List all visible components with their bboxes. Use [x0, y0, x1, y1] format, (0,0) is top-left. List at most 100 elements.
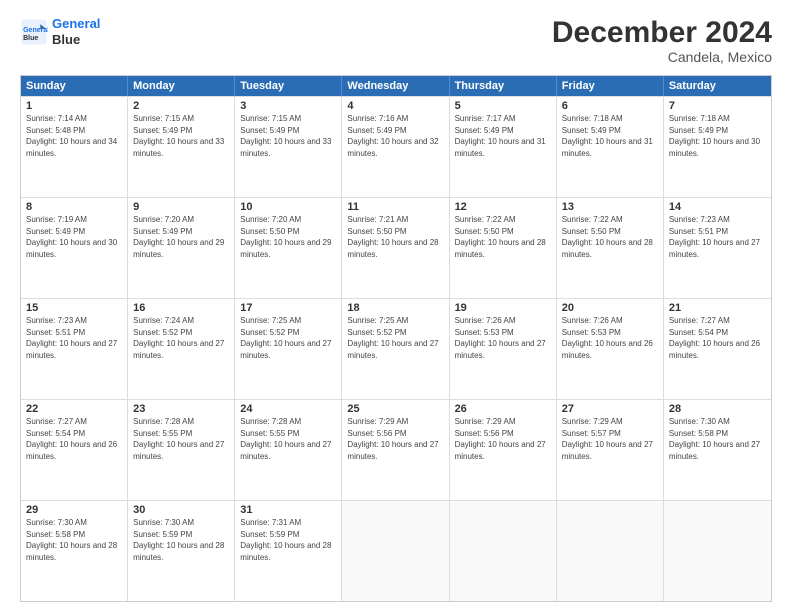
- day-number: 23: [133, 403, 229, 415]
- daylight-info: Daylight: 10 hours and 28 minutes.: [455, 237, 551, 260]
- calendar-cell-w2d6: 14 Sunrise: 7:23 AM Sunset: 5:51 PM Dayl…: [664, 198, 771, 298]
- sunset-info: Sunset: 5:51 PM: [669, 226, 766, 238]
- title-block: December 2024 Candela, Mexico: [552, 16, 772, 65]
- sunrise-info: Sunrise: 7:18 AM: [562, 113, 658, 125]
- logo-text-general: General: [52, 16, 100, 32]
- day-number: 2: [133, 100, 229, 112]
- calendar-body: 1 Sunrise: 7:14 AM Sunset: 5:48 PM Dayli…: [21, 96, 771, 601]
- day-number: 7: [669, 100, 766, 112]
- day-number: 19: [455, 302, 551, 314]
- sunset-info: Sunset: 5:58 PM: [26, 529, 122, 541]
- daylight-info: Daylight: 10 hours and 31 minutes.: [562, 136, 658, 159]
- calendar-cell-w3d3: 18 Sunrise: 7:25 AM Sunset: 5:52 PM Dayl…: [342, 299, 449, 399]
- calendar-week-2: 8 Sunrise: 7:19 AM Sunset: 5:49 PM Dayli…: [21, 197, 771, 298]
- calendar-cell-w5d1: 30 Sunrise: 7:30 AM Sunset: 5:59 PM Dayl…: [128, 501, 235, 601]
- sunset-info: Sunset: 5:54 PM: [26, 428, 122, 440]
- daylight-info: Daylight: 10 hours and 34 minutes.: [26, 136, 122, 159]
- day-number: 30: [133, 504, 229, 516]
- sunrise-info: Sunrise: 7:15 AM: [240, 113, 336, 125]
- header-tuesday: Tuesday: [235, 76, 342, 96]
- sunset-info: Sunset: 5:57 PM: [562, 428, 658, 440]
- day-number: 22: [26, 403, 122, 415]
- calendar-cell-w2d0: 8 Sunrise: 7:19 AM Sunset: 5:49 PM Dayli…: [21, 198, 128, 298]
- daylight-info: Daylight: 10 hours and 27 minutes.: [133, 439, 229, 462]
- sunset-info: Sunset: 5:55 PM: [240, 428, 336, 440]
- daylight-info: Daylight: 10 hours and 27 minutes.: [26, 338, 122, 361]
- sunset-info: Sunset: 5:49 PM: [347, 125, 443, 137]
- sunrise-info: Sunrise: 7:22 AM: [562, 214, 658, 226]
- sunrise-info: Sunrise: 7:24 AM: [133, 315, 229, 327]
- calendar: Sunday Monday Tuesday Wednesday Thursday…: [20, 75, 772, 602]
- calendar-cell-w1d1: 2 Sunrise: 7:15 AM Sunset: 5:49 PM Dayli…: [128, 97, 235, 197]
- svg-text:Blue: Blue: [23, 34, 38, 41]
- logo: General Blue General Blue: [20, 16, 100, 47]
- calendar-cell-w1d0: 1 Sunrise: 7:14 AM Sunset: 5:48 PM Dayli…: [21, 97, 128, 197]
- day-number: 8: [26, 201, 122, 213]
- day-number: 26: [455, 403, 551, 415]
- day-number: 31: [240, 504, 336, 516]
- day-number: 10: [240, 201, 336, 213]
- day-number: 28: [669, 403, 766, 415]
- sunset-info: Sunset: 5:52 PM: [240, 327, 336, 339]
- sunset-info: Sunset: 5:56 PM: [455, 428, 551, 440]
- daylight-info: Daylight: 10 hours and 28 minutes.: [240, 540, 336, 563]
- daylight-info: Daylight: 10 hours and 28 minutes.: [26, 540, 122, 563]
- calendar-week-3: 15 Sunrise: 7:23 AM Sunset: 5:51 PM Dayl…: [21, 298, 771, 399]
- daylight-info: Daylight: 10 hours and 33 minutes.: [240, 136, 336, 159]
- sunset-info: Sunset: 5:52 PM: [133, 327, 229, 339]
- calendar-cell-w4d2: 24 Sunrise: 7:28 AM Sunset: 5:55 PM Dayl…: [235, 400, 342, 500]
- calendar-cell-w2d4: 12 Sunrise: 7:22 AM Sunset: 5:50 PM Dayl…: [450, 198, 557, 298]
- sunset-info: Sunset: 5:50 PM: [347, 226, 443, 238]
- header-thursday: Thursday: [450, 76, 557, 96]
- daylight-info: Daylight: 10 hours and 27 minutes.: [347, 439, 443, 462]
- calendar-week-4: 22 Sunrise: 7:27 AM Sunset: 5:54 PM Dayl…: [21, 399, 771, 500]
- sunrise-info: Sunrise: 7:27 AM: [669, 315, 766, 327]
- header-saturday: Saturday: [664, 76, 771, 96]
- daylight-info: Daylight: 10 hours and 31 minutes.: [455, 136, 551, 159]
- daylight-info: Daylight: 10 hours and 26 minutes.: [669, 338, 766, 361]
- calendar-cell-w3d1: 16 Sunrise: 7:24 AM Sunset: 5:52 PM Dayl…: [128, 299, 235, 399]
- calendar-cell-w3d0: 15 Sunrise: 7:23 AM Sunset: 5:51 PM Dayl…: [21, 299, 128, 399]
- sunset-info: Sunset: 5:54 PM: [669, 327, 766, 339]
- sunset-info: Sunset: 5:59 PM: [240, 529, 336, 541]
- day-number: 25: [347, 403, 443, 415]
- location-subtitle: Candela, Mexico: [552, 49, 772, 65]
- calendar-cell-w2d3: 11 Sunrise: 7:21 AM Sunset: 5:50 PM Dayl…: [342, 198, 449, 298]
- calendar-cell-w5d3: [342, 501, 449, 601]
- sunrise-info: Sunrise: 7:28 AM: [240, 416, 336, 428]
- day-number: 6: [562, 100, 658, 112]
- daylight-info: Daylight: 10 hours and 30 minutes.: [26, 237, 122, 260]
- daylight-info: Daylight: 10 hours and 28 minutes.: [347, 237, 443, 260]
- sunset-info: Sunset: 5:50 PM: [455, 226, 551, 238]
- sunset-info: Sunset: 5:49 PM: [26, 226, 122, 238]
- calendar-cell-w4d5: 27 Sunrise: 7:29 AM Sunset: 5:57 PM Dayl…: [557, 400, 664, 500]
- day-number: 29: [26, 504, 122, 516]
- daylight-info: Daylight: 10 hours and 27 minutes.: [133, 338, 229, 361]
- sunset-info: Sunset: 5:52 PM: [347, 327, 443, 339]
- daylight-info: Daylight: 10 hours and 27 minutes.: [669, 237, 766, 260]
- calendar-cell-w5d0: 29 Sunrise: 7:30 AM Sunset: 5:58 PM Dayl…: [21, 501, 128, 601]
- header-friday: Friday: [557, 76, 664, 96]
- sunrise-info: Sunrise: 7:20 AM: [240, 214, 336, 226]
- sunrise-info: Sunrise: 7:26 AM: [562, 315, 658, 327]
- page: General Blue General Blue December 2024 …: [0, 0, 792, 612]
- calendar-cell-w3d6: 21 Sunrise: 7:27 AM Sunset: 5:54 PM Dayl…: [664, 299, 771, 399]
- calendar-cell-w2d1: 9 Sunrise: 7:20 AM Sunset: 5:49 PM Dayli…: [128, 198, 235, 298]
- day-number: 17: [240, 302, 336, 314]
- sunrise-info: Sunrise: 7:22 AM: [455, 214, 551, 226]
- daylight-info: Daylight: 10 hours and 27 minutes.: [347, 338, 443, 361]
- daylight-info: Daylight: 10 hours and 27 minutes.: [669, 439, 766, 462]
- sunset-info: Sunset: 5:50 PM: [240, 226, 336, 238]
- sunrise-info: Sunrise: 7:17 AM: [455, 113, 551, 125]
- daylight-info: Daylight: 10 hours and 33 minutes.: [133, 136, 229, 159]
- header-monday: Monday: [128, 76, 235, 96]
- header: General Blue General Blue December 2024 …: [20, 16, 772, 65]
- calendar-cell-w5d4: [450, 501, 557, 601]
- day-number: 1: [26, 100, 122, 112]
- calendar-cell-w3d4: 19 Sunrise: 7:26 AM Sunset: 5:53 PM Dayl…: [450, 299, 557, 399]
- sunset-info: Sunset: 5:55 PM: [133, 428, 229, 440]
- day-number: 13: [562, 201, 658, 213]
- sunset-info: Sunset: 5:49 PM: [669, 125, 766, 137]
- daylight-info: Daylight: 10 hours and 27 minutes.: [455, 338, 551, 361]
- calendar-header-row: Sunday Monday Tuesday Wednesday Thursday…: [21, 76, 771, 96]
